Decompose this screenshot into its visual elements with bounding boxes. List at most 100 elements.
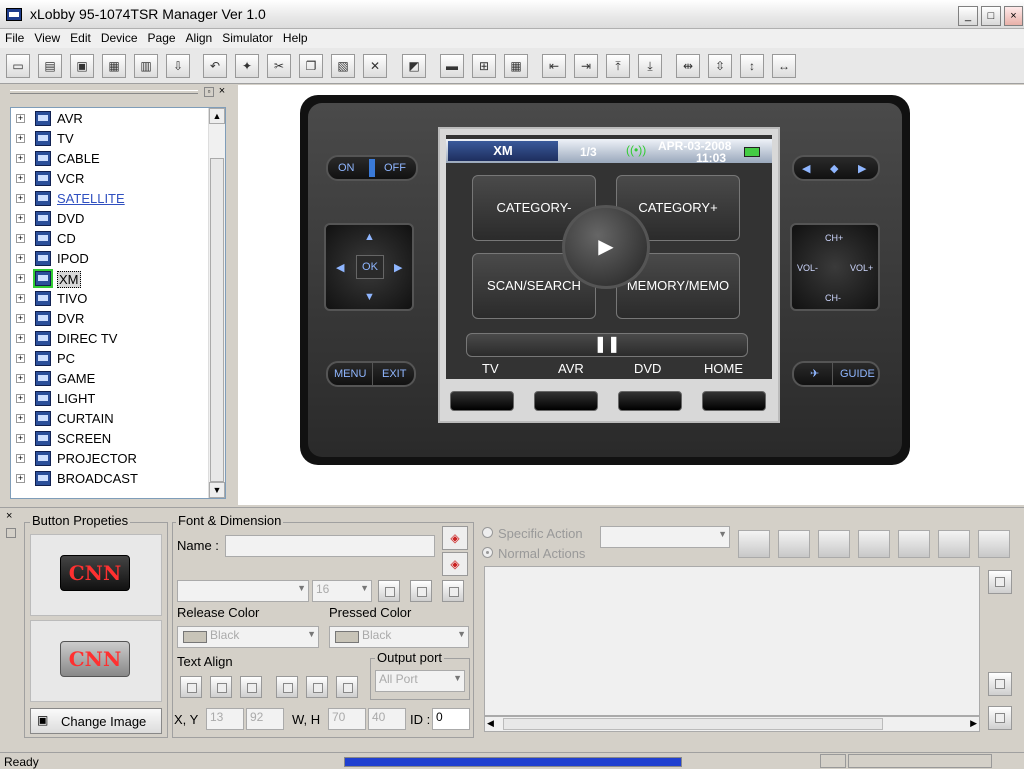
align-right-button[interactable] xyxy=(240,676,262,698)
expand-icon[interactable]: + xyxy=(16,314,25,323)
release-color-select[interactable]: Black ▼ xyxy=(177,626,319,648)
new-badge-icon[interactable]: ✦ xyxy=(235,54,259,78)
change-image-button[interactable]: ▣ Change Image xyxy=(30,708,162,734)
image-icon[interactable]: ◩ xyxy=(402,54,426,78)
ch-down-button[interactable]: CH- xyxy=(825,293,841,303)
align-top-icon[interactable]: ⤒ xyxy=(606,54,630,78)
tree-item-cable[interactable]: + CABLE xyxy=(11,149,207,169)
align-center-button[interactable] xyxy=(210,676,232,698)
grid-icon[interactable]: ▦ xyxy=(504,54,528,78)
align-bottom-icon[interactable]: ⤓ xyxy=(638,54,662,78)
frame-icon[interactable]: ⊞ xyxy=(472,54,496,78)
tree-item-satellite[interactable]: + SATELLITE xyxy=(11,189,207,209)
tree-item-dvr[interactable]: + DVR xyxy=(11,309,207,329)
vol-up-button[interactable]: VOL+ xyxy=(850,263,873,273)
dpad-down-icon[interactable]: ▼ xyxy=(364,291,375,303)
center-vertical-icon[interactable]: ⇳ xyxy=(708,54,732,78)
dpad-left-icon[interactable]: ◀ xyxy=(336,261,344,274)
tree-item-curtain[interactable]: + CURTAIN xyxy=(11,409,207,429)
expand-icon[interactable]: + xyxy=(16,414,25,423)
pause-button[interactable]: ❚❚ xyxy=(466,333,748,357)
panel-float-icon[interactable]: ▫ xyxy=(204,87,214,97)
same-height-icon[interactable]: ↕ xyxy=(740,54,764,78)
w-input[interactable]: 70 xyxy=(328,708,366,730)
expand-icon[interactable]: + xyxy=(16,294,25,303)
normal-actions-radio[interactable] xyxy=(482,547,493,558)
tree-item-xm[interactable]: + XM xyxy=(11,269,207,289)
soft-key-3[interactable] xyxy=(618,391,682,411)
valign-middle-button[interactable] xyxy=(306,676,328,698)
valign-bottom-button[interactable] xyxy=(336,676,358,698)
nav-tv[interactable]: TV xyxy=(482,361,499,376)
color-icon[interactable]: ◈ xyxy=(442,552,468,576)
tree-scrollbar[interactable]: ▲ ▼ xyxy=(208,108,225,498)
x-input[interactable]: 13 xyxy=(206,708,244,730)
action-tool-7[interactable] xyxy=(978,530,1010,558)
id-input[interactable]: 0 xyxy=(432,708,470,730)
expand-icon[interactable]: + xyxy=(16,174,25,183)
props-float-icon[interactable] xyxy=(6,528,16,538)
maximize-button[interactable]: □ xyxy=(981,6,1001,26)
font-size-select[interactable]: 16 ▼ xyxy=(312,580,372,602)
specific-action-select[interactable]: ▼ xyxy=(600,526,730,548)
tree-item-projector[interactable]: + PROJECTOR xyxy=(11,449,207,469)
hscroll-thumb[interactable] xyxy=(503,718,883,730)
paste-icon[interactable]: ▧ xyxy=(331,54,355,78)
action-tool-2[interactable] xyxy=(778,530,810,558)
action-add-button[interactable] xyxy=(988,570,1012,594)
h-input[interactable]: 40 xyxy=(368,708,406,730)
copy-icon[interactable]: ❐ xyxy=(299,54,323,78)
soft-key-1[interactable] xyxy=(450,391,514,411)
undo-icon[interactable]: ↶ xyxy=(203,54,227,78)
dpad-up-icon[interactable]: ▲ xyxy=(364,231,375,243)
expand-icon[interactable]: + xyxy=(16,334,25,343)
ok-button[interactable]: OK xyxy=(356,255,384,279)
expand-icon[interactable]: + xyxy=(16,194,25,203)
align-right-icon[interactable]: ⇥ xyxy=(574,54,598,78)
menu-device[interactable]: Device xyxy=(96,29,143,45)
save-as-icon[interactable]: ▦ xyxy=(102,54,126,78)
scroll-down-icon[interactable]: ▼ xyxy=(209,482,225,498)
tree-item-direc-tv[interactable]: + DIREC TV xyxy=(11,329,207,349)
scroll-thumb[interactable] xyxy=(210,158,224,482)
output-port-select[interactable]: All Port ▼ xyxy=(375,670,465,692)
expand-icon[interactable]: + xyxy=(16,154,25,163)
tree-item-dvd[interactable]: + DVD xyxy=(11,209,207,229)
tree-item-tv[interactable]: + TV xyxy=(11,129,207,149)
align-left-icon[interactable]: ⇤ xyxy=(542,54,566,78)
tree-item-light[interactable]: + LIGHT xyxy=(11,389,207,409)
nav-home[interactable]: HOME xyxy=(704,361,743,376)
soft-key-4[interactable] xyxy=(702,391,766,411)
tree-item-avr[interactable]: + AVR xyxy=(11,109,207,129)
page-prev-icon[interactable]: ◀ xyxy=(802,162,810,175)
menu-button[interactable]: MENU xyxy=(334,368,366,380)
action-delete-button[interactable] xyxy=(988,706,1012,730)
expand-icon[interactable]: + xyxy=(16,394,25,403)
valign-top-button[interactable] xyxy=(276,676,298,698)
scroll-right-icon[interactable]: ▶ xyxy=(970,718,977,729)
expand-icon[interactable]: + xyxy=(16,254,25,263)
expand-icon[interactable]: + xyxy=(16,434,25,443)
scroll-up-icon[interactable]: ▲ xyxy=(209,108,225,124)
close-button[interactable]: × xyxy=(1004,6,1023,26)
exit-button[interactable]: EXIT xyxy=(382,368,406,380)
action-tool-6[interactable] xyxy=(938,530,970,558)
italic-button[interactable] xyxy=(410,580,432,602)
dpad-right-icon[interactable]: ▶ xyxy=(394,261,402,274)
device-icon[interactable]: ▥ xyxy=(134,54,158,78)
expand-icon[interactable]: + xyxy=(16,354,25,363)
minimize-button[interactable]: _ xyxy=(958,6,978,26)
scroll-left-icon[interactable]: ◀ xyxy=(487,718,494,729)
tree-item-screen[interactable]: + SCREEN xyxy=(11,429,207,449)
expand-icon[interactable]: + xyxy=(16,274,25,283)
actions-list[interactable] xyxy=(484,566,980,716)
menu-edit[interactable]: Edit xyxy=(65,29,96,45)
align-left-button[interactable] xyxy=(180,676,202,698)
nav-dvd[interactable]: DVD xyxy=(634,361,661,376)
underline-button[interactable] xyxy=(442,580,464,602)
page-next-icon[interactable]: ▶ xyxy=(858,162,866,175)
y-input[interactable]: 92 xyxy=(246,708,284,730)
panel-close-icon[interactable]: × xyxy=(217,86,227,97)
action-tool-4[interactable] xyxy=(858,530,890,558)
tree-item-ipod[interactable]: + IPOD xyxy=(11,249,207,269)
